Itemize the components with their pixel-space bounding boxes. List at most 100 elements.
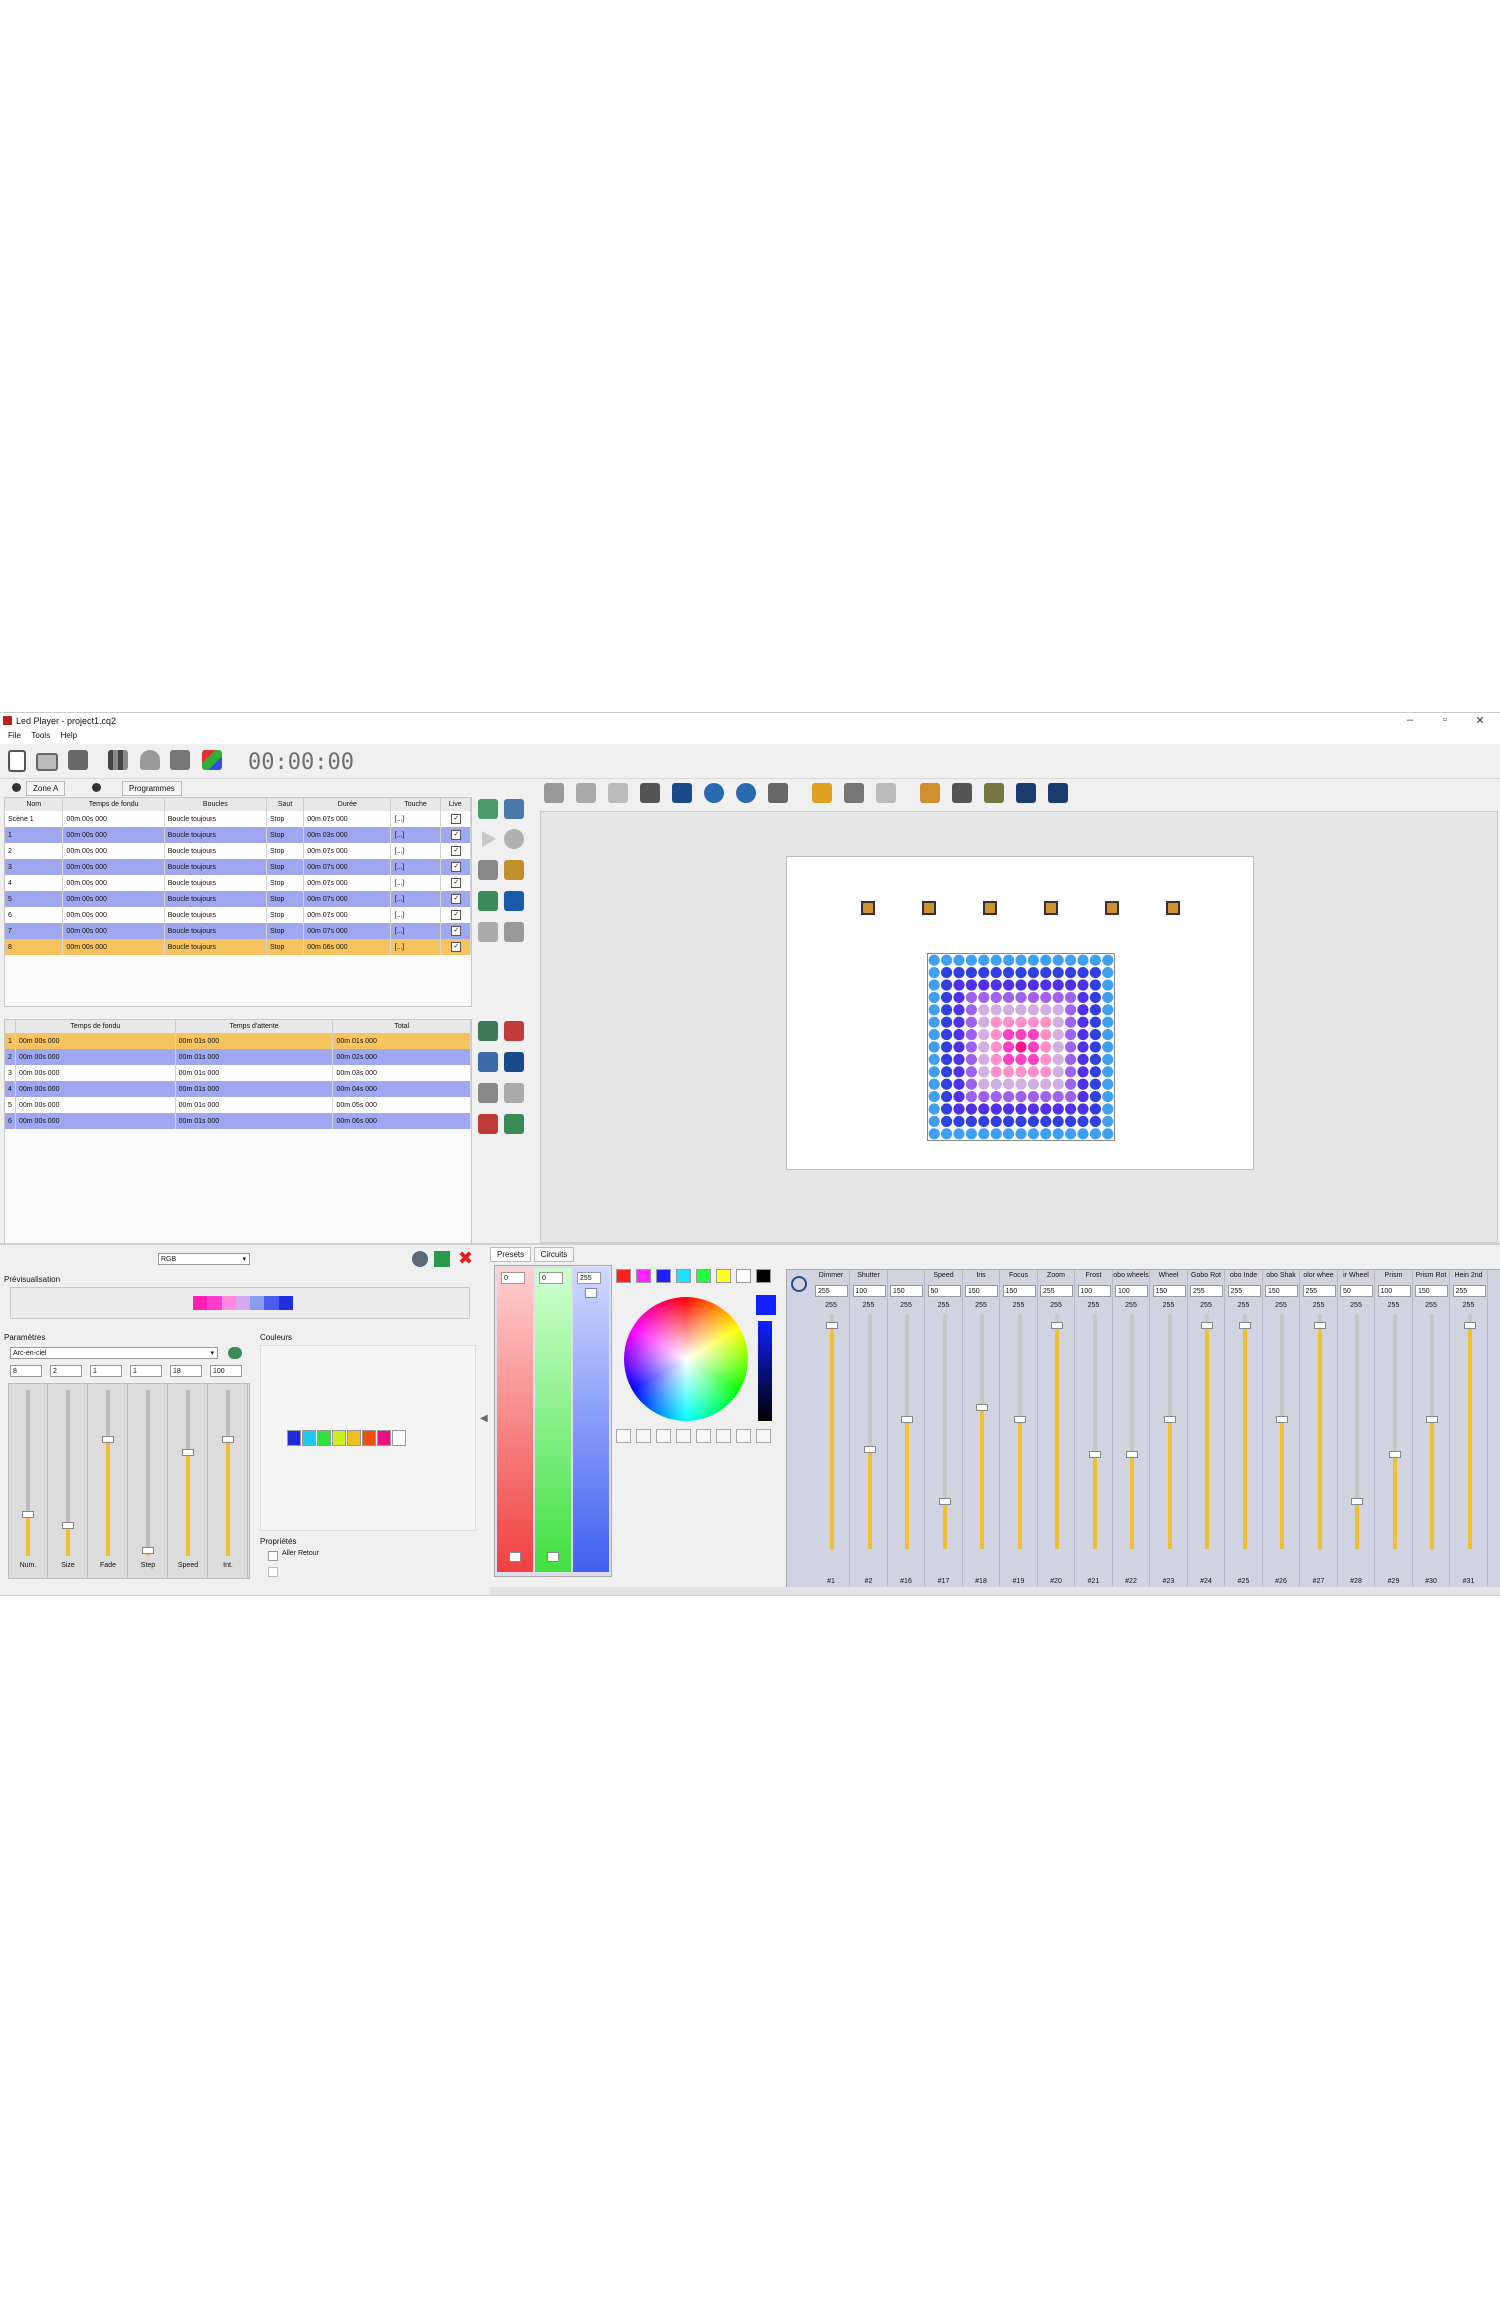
move-step-down-icon[interactable] (504, 1114, 524, 1134)
step-col-header[interactable]: Temps d'attente (175, 1020, 334, 1033)
channel-fader-knob[interactable] (826, 1321, 838, 1329)
palette-color[interactable] (347, 1430, 361, 1446)
table-row[interactable]: Scène 1 00m 00s 000 Boucle toujours Stop 00m… (5, 811, 472, 827)
scene-cell-live[interactable]: ✓ (440, 859, 472, 875)
channel-fader-track[interactable] (1313, 1314, 1326, 1549)
fixture-blue-icon[interactable] (1016, 783, 1036, 803)
scene-col-header[interactable]: Temps de fondu (62, 798, 165, 811)
param-input[interactable]: 100 (210, 1365, 242, 1377)
channel-value-input[interactable]: 50 (1340, 1285, 1373, 1297)
channel-fader[interactable]: Iris 150 255 #18 (963, 1270, 1000, 1588)
empty-preset-slot[interactable] (736, 1429, 751, 1443)
channel-value-input[interactable]: 150 (1415, 1285, 1448, 1297)
channel-fader-knob[interactable] (1276, 1415, 1288, 1423)
channel-fader-knob[interactable] (1088, 1451, 1101, 1458)
preset-swatch[interactable] (716, 1269, 731, 1283)
add-step-icon[interactable] (478, 1021, 498, 1041)
copy-step-icon[interactable] (478, 1083, 498, 1103)
live-checkbox[interactable]: ✓ (451, 894, 462, 904)
table-row[interactable]: 4 00m 00s 000 Boucle toujours Stop 00m 07s 0… (5, 875, 472, 891)
channel-value-input[interactable]: 100 (1377, 1285, 1411, 1297)
param-fader-knob[interactable] (62, 1522, 74, 1530)
channel-fader-knob[interactable] (863, 1446, 876, 1454)
param-fader-knob[interactable] (182, 1449, 194, 1457)
tools-icon[interactable] (504, 891, 524, 911)
param-fader[interactable]: Speed (169, 1384, 208, 1578)
collapse-left-icon[interactable]: ◀ (480, 1413, 488, 1424)
param-fader-knob[interactable] (222, 1435, 234, 1443)
close-icon[interactable] (12, 783, 21, 792)
red-knob[interactable] (509, 1552, 521, 1562)
channel-value-input[interactable]: 255 (815, 1285, 848, 1297)
channel-fader-track[interactable] (1463, 1314, 1476, 1549)
zoom-out-icon[interactable] (736, 783, 756, 803)
led-matrix[interactable] (927, 953, 1115, 1141)
red-slider[interactable]: 0 (497, 1268, 533, 1572)
preset-swatch[interactable] (736, 1269, 751, 1283)
channel-fader-track[interactable] (1088, 1314, 1101, 1549)
channel-fader-knob[interactable] (1163, 1415, 1176, 1423)
preset-swatch[interactable] (756, 1269, 771, 1283)
fixture-icon[interactable] (1105, 901, 1119, 915)
import-icon[interactable] (478, 922, 498, 942)
table-row[interactable]: 6 00m 00s 000 Boucle toujours Stop 00m 07s 0… (5, 907, 472, 923)
fixture-group-icon[interactable] (984, 783, 1004, 803)
add-scene-icon[interactable] (478, 799, 498, 819)
channel-fader[interactable]: olor whee 255 255 #27 (1301, 1270, 1338, 1588)
zoom-fit-icon[interactable] (768, 783, 788, 803)
param-input[interactable]: 1 (130, 1365, 162, 1377)
channel-fader-knob[interactable] (938, 1498, 951, 1505)
brightness-slider[interactable] (758, 1321, 772, 1421)
red-value[interactable]: 0 (501, 1272, 525, 1284)
step-tools-icon[interactable] (504, 1052, 524, 1072)
scene-col-header[interactable]: Live (440, 798, 472, 811)
fixture-icon[interactable] (1166, 901, 1180, 915)
blue-slider[interactable]: 255 (573, 1268, 609, 1572)
table-row[interactable]: 7 00m 00s 000 Boucle toujours Stop 00m 07s 0… (5, 923, 472, 939)
green-knob[interactable] (547, 1552, 559, 1562)
channel-value-input[interactable]: 50 (927, 1285, 961, 1297)
table-row[interactable]: 2 00m 00s 000 Boucle toujours Stop 00m 07s 0… (5, 843, 472, 859)
live-checkbox[interactable]: ✓ (451, 942, 462, 952)
menu-help[interactable]: Help (61, 731, 77, 740)
new-icon[interactable] (8, 750, 26, 772)
param-fader[interactable]: Int. (209, 1384, 248, 1578)
channel-value-input[interactable]: 255 (1190, 1285, 1223, 1297)
channel-fader[interactable]: Focus 150 255 #19 (1001, 1270, 1038, 1588)
channel-value-input[interactable]: 150 (1152, 1285, 1186, 1297)
channel-fader[interactable]: Shutter 100 255 #2 (851, 1270, 888, 1588)
preset-swatch[interactable] (676, 1269, 691, 1283)
channel-fader[interactable]: Zoom 255 255 #20 (1038, 1270, 1075, 1588)
color-wheel[interactable] (624, 1297, 748, 1421)
palette-color[interactable] (392, 1430, 406, 1446)
cancel-icon[interactable]: ✖ (458, 1249, 473, 1267)
table-row[interactable]: 5 00m 00s 000 Boucle toujours Stop 00m 07s 0… (5, 891, 472, 907)
channel-fader-track[interactable] (1351, 1314, 1363, 1549)
align-icon[interactable] (844, 783, 864, 803)
scene-cell-live[interactable]: ✓ (440, 939, 472, 955)
scene-col-header[interactable]: Touche (390, 798, 441, 811)
tab-circuits[interactable]: Circuits (533, 1247, 575, 1262)
empty-preset-slot[interactable] (636, 1429, 651, 1443)
param-fader-track[interactable] (102, 1390, 114, 1556)
empty-preset-slot[interactable] (616, 1429, 631, 1443)
export-icon[interactable] (504, 922, 524, 942)
table-row[interactable]: 3 00m 00s 000 Boucle toujours Stop 00m 07s 0… (5, 859, 472, 875)
channel-fader-knob[interactable] (901, 1415, 913, 1423)
preset-swatch[interactable] (696, 1269, 711, 1283)
channel-fader-knob[interactable] (1126, 1451, 1138, 1458)
palette-color[interactable] (317, 1430, 331, 1446)
scene-col-header[interactable]: Saut (266, 798, 305, 811)
param-fader-track[interactable] (142, 1390, 154, 1556)
shield-icon[interactable] (140, 750, 160, 770)
scene-cell-live[interactable]: ✓ (440, 907, 472, 923)
channel-fader[interactable]: 150 255 #16 (888, 1270, 925, 1588)
channel-fader-track[interactable] (1126, 1314, 1138, 1549)
param-fader[interactable]: Step (129, 1384, 168, 1578)
green-value[interactable]: 0 (539, 1272, 563, 1284)
param-input[interactable]: 18 (170, 1365, 202, 1377)
refresh-icon[interactable] (412, 1251, 428, 1267)
channel-fader-knob[interactable] (976, 1404, 988, 1411)
live-checkbox[interactable]: ✓ (451, 814, 462, 824)
save-icon[interactable] (68, 750, 88, 770)
